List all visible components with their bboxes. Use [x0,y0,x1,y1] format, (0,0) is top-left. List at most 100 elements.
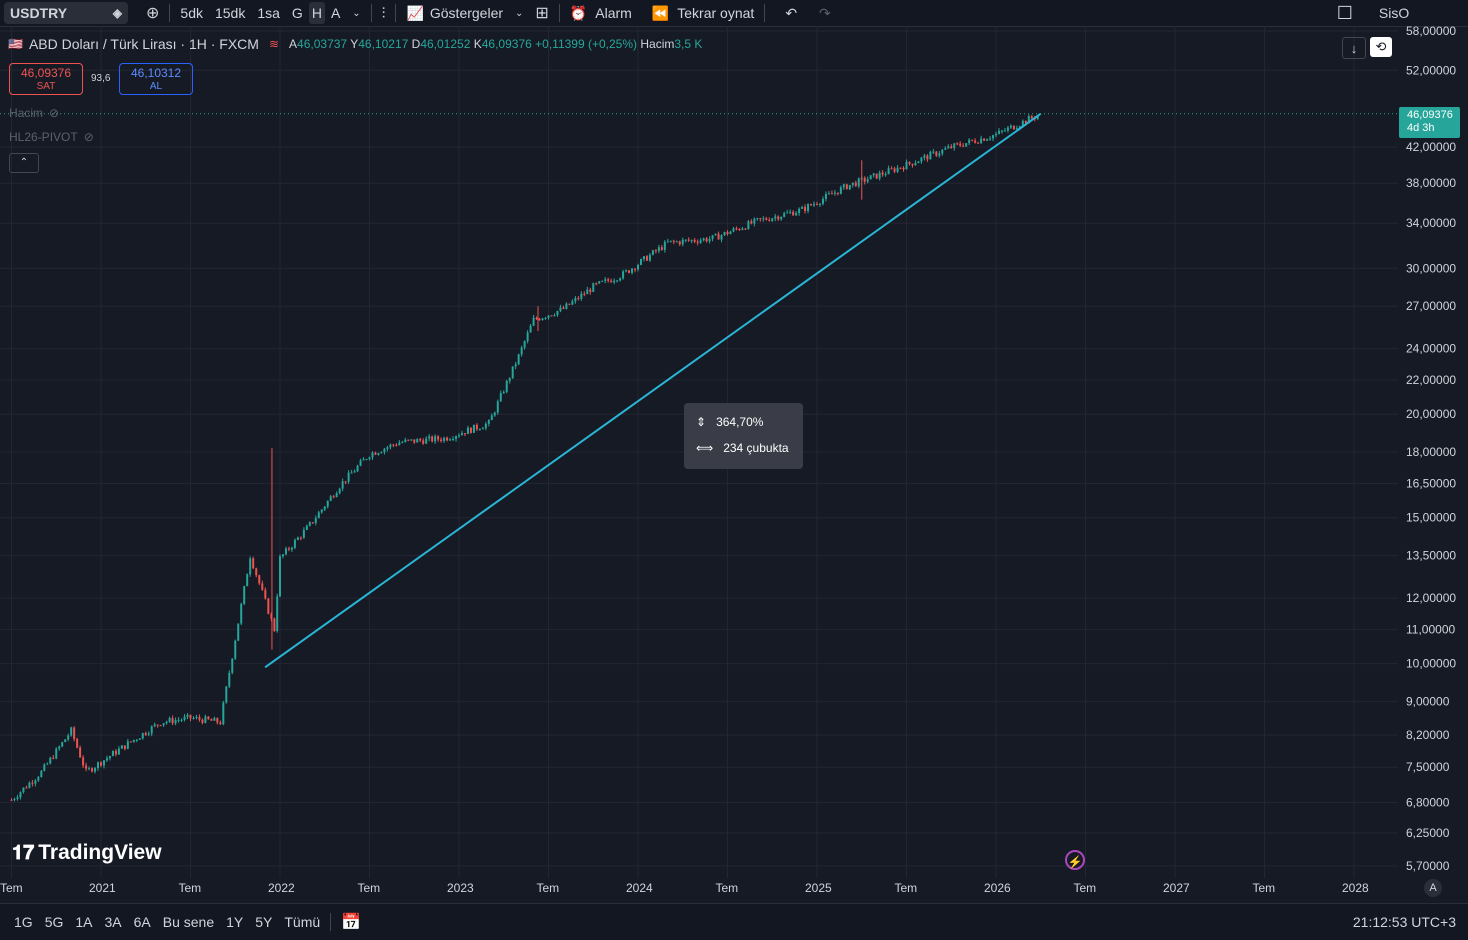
legend-title[interactable]: ABD Doları / Türk Lirası · 1H · FXCM [29,36,259,52]
interval-g[interactable]: G [286,2,309,24]
range-3a[interactable]: 3A [99,914,128,930]
clock[interactable]: 21:12:53 UTC+3 [1353,914,1456,930]
interval-1sa[interactable]: 1sa [251,2,286,24]
candle-body [663,241,666,250]
range-5g[interactable]: 5G [39,914,70,930]
sell-button[interactable]: 46,09376 SAT [9,63,83,95]
candle-body [85,765,88,769]
price-axis[interactable]: 58,00000 52,00000 42,00000 38,00000 34,00000… [1398,26,1468,878]
interval-h[interactable]: H [308,2,325,24]
symbol-search[interactable]: USDTRY ◈ [4,2,128,24]
eye-hidden-icon[interactable]: ⊘ [49,106,59,120]
volume-value: 3,5 K [674,37,703,51]
indicators-button[interactable]: 📈 Göstergeler [400,2,509,24]
indicator-pivot[interactable]: HL26-PIVOT ⊘ [9,130,94,144]
redo-icon[interactable]: ↷ [813,2,837,24]
candle-body [398,442,401,446]
candle-body [669,240,672,242]
diamond-icon[interactable]: ◈ [113,6,122,20]
candle-body [759,218,762,220]
candle-body [305,525,308,530]
range-ytd[interactable]: Bu sene [157,914,220,930]
measure-percent: 364,70% [716,415,764,429]
y-tick-label: 58,00000 [1406,26,1456,38]
y-tick-label: 13,50000 [1406,549,1456,563]
open-label: A [289,37,298,51]
candle-body [180,719,183,721]
range-6a[interactable]: 6A [128,914,157,930]
candle-body [159,725,162,727]
candle-body [720,235,723,240]
range-1y[interactable]: 1Y [220,914,249,930]
layout-grid-icon[interactable]: ⊞ [529,2,554,24]
candle-body [574,297,577,302]
candle-body [896,167,899,172]
y-tick-label: 20,00000 [1406,407,1456,421]
range-all[interactable]: Tümü [278,914,326,930]
eye-hidden-icon[interactable]: ⊘ [84,130,94,144]
candle-body [40,770,43,778]
replay-button[interactable]: ⏪ Tekrar oynat [646,2,760,24]
candle-body [532,317,535,326]
candle-body [839,187,842,194]
candle-body [535,317,538,319]
indicator-volume[interactable]: Hacim ⊘ [9,106,59,120]
candle-body [231,658,234,673]
undo-icon[interactable]: ↶ [779,2,803,24]
candle-body [478,429,481,431]
range-5y[interactable]: 5Y [249,914,278,930]
right-menu-label[interactable]: SisO [1373,2,1415,24]
candle-body [586,289,589,295]
candle-body [601,280,604,282]
candle-body [28,782,31,788]
candle-body [183,716,186,720]
candle-body [422,440,425,444]
candle-body [168,718,171,722]
fullscreen-box-icon[interactable]: ☐ [1331,2,1359,24]
divider [764,4,766,22]
compare-plus-icon[interactable]: ⊕ [140,2,165,24]
candle-body [484,423,487,429]
candle-body [619,278,622,281]
candle-body [94,768,97,772]
candle-body [216,718,219,723]
interval-15dk[interactable]: 15dk [209,2,251,24]
candle-body [353,471,356,473]
x-tick-label: 2025 [805,881,832,895]
candle-body [267,598,270,614]
collapse-legend-button[interactable]: ⌃ [9,153,39,173]
buy-button[interactable]: 46,10312 AL [119,63,193,95]
candle-body [210,719,213,721]
candle-body [114,751,117,755]
time-axis[interactable]: Tem 2021 Tem 2022 Tem 2023 Tem 2024 Tem 2025 Tem 20… [0,878,1468,900]
buy-label: AL [149,81,163,92]
candle-body [947,146,950,149]
candle-body [884,174,887,176]
chevron-down-icon[interactable]: ⌄ [346,2,366,24]
lightning-icon[interactable]: ⚡ [1065,850,1085,870]
axis-mode-button[interactable]: A [1424,879,1442,897]
candle-body [177,719,180,721]
interval-a[interactable]: A [325,2,346,24]
y-tick-label: 38,00000 [1406,176,1456,190]
price-series [10,114,1039,802]
candle-body [795,212,798,216]
candle-body [992,135,995,139]
scroll-to-latest-button[interactable]: ↓ [1342,37,1366,59]
chevron-down-icon[interactable]: ⌄ [509,2,529,24]
rewind-icon: ⏪ [651,4,670,21]
interval-5dk[interactable]: 5dk [174,2,209,24]
tradingview-logo[interactable]: 𝟏𝟕 TradingView [12,841,162,865]
candle-body [490,415,493,421]
candle-body [672,240,675,242]
sell-label: SAT [36,81,56,92]
x-tick-label: Tem [357,881,381,895]
candle-body [150,726,153,734]
reset-chart-button[interactable]: ⟲ [1370,37,1392,57]
range-1a[interactable]: 1A [69,914,98,930]
range-1g[interactable]: 1G [8,914,39,930]
alert-button[interactable]: ⏰ Alarm [564,2,638,24]
candle-body [827,193,830,195]
bar-style-icon[interactable]: ⫶ [376,2,392,24]
date-range-icon[interactable]: 📅 [335,912,367,932]
